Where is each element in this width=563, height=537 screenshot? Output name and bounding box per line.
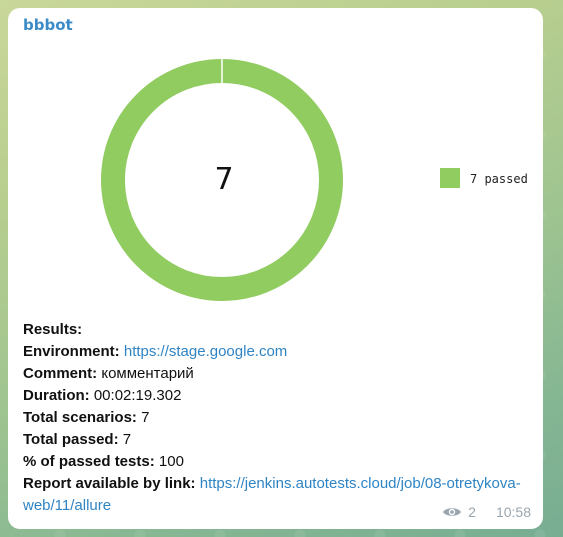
message-meta: 2 10:58 [442,504,531,520]
total-passed-label: Total passed: [23,431,119,448]
total-passed-row: Total passed: 7 [23,429,528,451]
total-scenarios-value: 7 [141,409,150,426]
total-scenarios-label: Total scenarios: [23,409,137,426]
total-scenarios-row: Total scenarios: 7 [23,407,528,429]
duration-label: Duration: [23,387,90,404]
report-text: Results: Environment: https://stage.goog… [23,319,528,517]
percent-passed-label: % of passed tests: [23,453,155,470]
duration-value: 00:02:19.302 [93,387,182,404]
results-label: Results: [23,321,83,338]
donut-chart: 7 7 passed [101,58,528,301]
environment-link[interactable]: https://stage.google.com [124,343,287,360]
comment-row: Comment: комментарий [23,363,528,385]
message-bubble[interactable]: bbbot 7 7 passed Results: Environment: h… [8,8,543,529]
message-time: 10:58 [495,504,531,520]
eye-icon [442,505,462,519]
legend-swatch [440,168,460,188]
legend-label: 7 passed [470,172,528,186]
report-link-label: Report available by link: [23,475,196,492]
comment-label: Comment: [23,365,98,382]
chart-center-label: 7 [214,162,233,197]
environment-row: Environment: https://stage.google.com [23,341,528,363]
results-heading: Results: [23,319,528,341]
percent-passed-value: 100 [158,453,184,470]
comment-value: комментарий [101,365,194,382]
duration-row: Duration: 00:02:19.302 [23,385,528,407]
percent-passed-row: % of passed tests: 100 [23,451,528,473]
environment-label: Environment: [23,343,120,360]
total-passed-value: 7 [122,431,132,448]
view-count: 2 [468,504,476,520]
